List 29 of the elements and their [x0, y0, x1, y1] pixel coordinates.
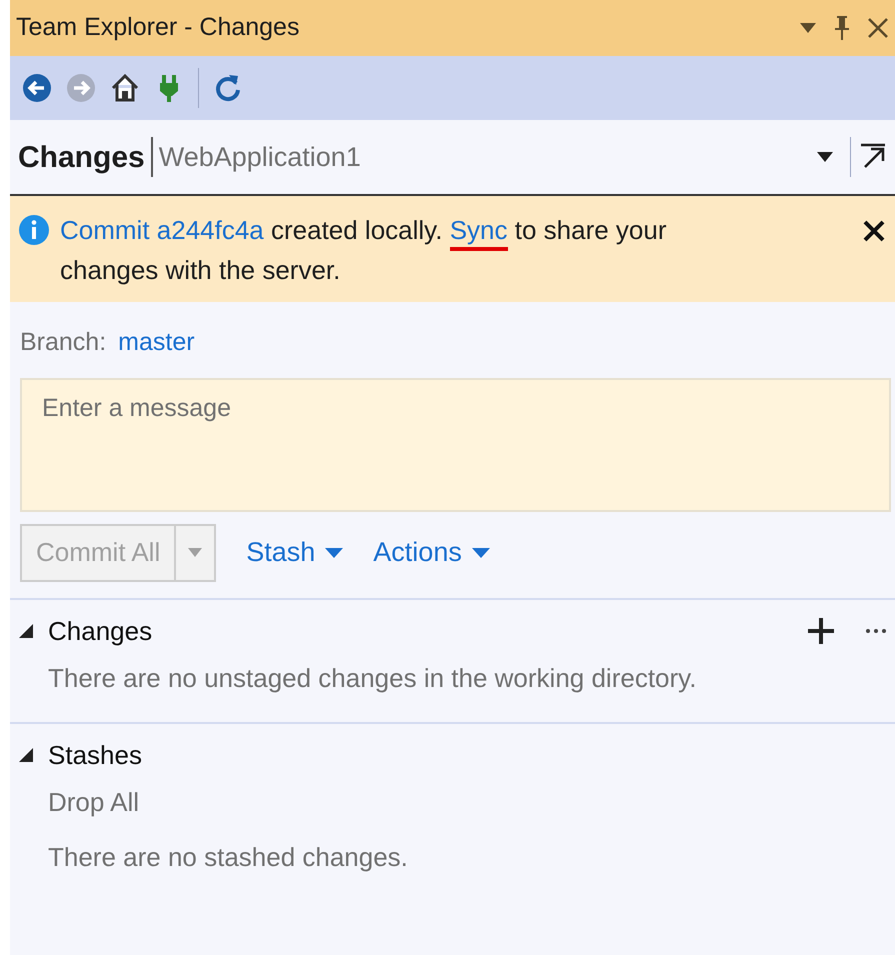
caret-icon	[472, 548, 490, 558]
more-icon[interactable]	[865, 628, 887, 634]
menu-button[interactable]: Stash	[246, 532, 344, 573]
pin-icon[interactable]	[833, 14, 851, 42]
notification-message: Commit a244fc4a created locally. Sync to share your changes with the server.	[60, 214, 668, 287]
dropdown-arrow-icon[interactable]	[816, 151, 834, 163]
window-title: Team Explorer - Changes	[16, 12, 300, 44]
refresh-icon[interactable]	[213, 73, 243, 103]
project-name: WebApplication1	[150, 136, 361, 178]
page-title: Changes	[18, 140, 145, 176]
branch-link[interactable]: master	[118, 324, 195, 362]
home-icon[interactable]	[110, 73, 140, 103]
notification-link[interactable]: Commit a244fc4a	[60, 215, 264, 245]
status-message: There are no stashed changes.	[47, 840, 409, 874]
back-icon[interactable]	[22, 73, 52, 103]
branch-label: Branch:	[20, 327, 106, 358]
add-icon[interactable]	[807, 617, 835, 645]
expander-icon[interactable]	[18, 747, 34, 763]
caret-icon	[325, 548, 344, 558]
menu-button[interactable]: Actions	[373, 532, 490, 573]
section-title: Stashes	[48, 738, 143, 772]
close-icon[interactable]	[863, 220, 885, 242]
section-title: Changes	[48, 614, 154, 648]
status-message: There are no unstaged changes in the working directory.	[47, 662, 698, 694]
notification-link[interactable]: Sync	[450, 215, 508, 251]
caret-icon	[188, 548, 202, 557]
expander-icon[interactable]	[18, 623, 34, 639]
message-field[interactable]: Enter a message	[20, 378, 891, 512]
info-icon	[18, 214, 50, 246]
